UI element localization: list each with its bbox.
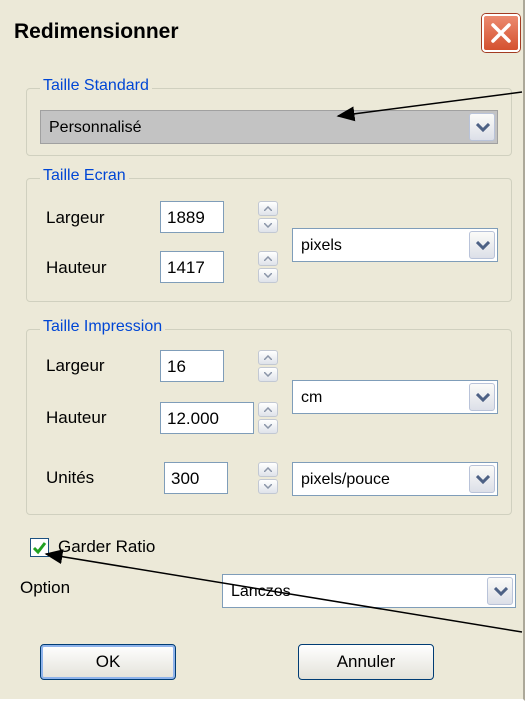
resolution-input[interactable]: 300	[164, 462, 228, 494]
spin-up-button[interactable]	[258, 350, 278, 365]
cancel-button[interactable]: Annuler	[298, 644, 434, 680]
option-select[interactable]: Lanczos	[222, 574, 516, 608]
screen-height-value: 1417	[167, 258, 205, 277]
resolution-value: 300	[171, 469, 200, 488]
chevron-down-icon	[476, 475, 490, 485]
print-height-label: Hauteur	[46, 408, 107, 427]
spin-down-button[interactable]	[258, 268, 278, 283]
spin-up-button[interactable]	[258, 462, 278, 477]
print-width-spinner[interactable]	[258, 350, 278, 382]
dropdown-button[interactable]	[469, 465, 495, 493]
print-height-spinner[interactable]	[258, 402, 278, 434]
dropdown-button[interactable]	[469, 231, 495, 259]
keep-ratio-label[interactable]: Garder Ratio	[58, 537, 155, 557]
dropdown-button[interactable]	[469, 113, 495, 141]
screen-unit-value: pixels	[301, 237, 342, 254]
screen-height-input[interactable]: 1417	[160, 251, 224, 283]
chevron-down-icon	[264, 372, 272, 377]
option-value: Lanczos	[231, 583, 291, 600]
standard-size-legend: Taille Standard	[40, 77, 152, 95]
resolution-spinner[interactable]	[258, 462, 278, 494]
standard-size-select[interactable]: Personnalisé	[40, 110, 498, 144]
screen-height-label: Hauteur	[46, 258, 107, 277]
chevron-down-icon	[476, 123, 490, 133]
option-label: Option	[20, 578, 71, 597]
spin-up-button[interactable]	[258, 402, 278, 417]
close-icon	[491, 23, 511, 43]
chevron-down-icon	[264, 273, 272, 278]
resolution-unit-value: pixels/pouce	[301, 471, 390, 488]
spin-up-button[interactable]	[258, 251, 278, 266]
chevron-up-icon	[264, 467, 272, 472]
dialog-title: Redimensionner	[14, 20, 179, 43]
print-width-value: 16	[167, 357, 186, 376]
print-width-label: Largeur	[46, 356, 105, 375]
chevron-down-icon	[476, 241, 490, 251]
chevron-down-icon	[264, 484, 272, 489]
screen-width-spinner[interactable]	[258, 201, 278, 233]
ok-button[interactable]: OK	[40, 644, 176, 680]
resolution-label: Unités	[46, 468, 95, 487]
dropdown-button[interactable]	[469, 383, 495, 411]
spin-up-button[interactable]	[258, 201, 278, 216]
chevron-up-icon	[264, 206, 272, 211]
print-unit-value: cm	[301, 389, 323, 406]
screen-size-legend: Taille Ecran	[40, 167, 129, 185]
keep-ratio-checkbox[interactable]	[30, 538, 49, 557]
print-width-input[interactable]: 16	[160, 350, 224, 382]
chevron-down-icon	[264, 424, 272, 429]
resize-dialog: Redimensionner Taille Standard Personnal…	[0, 0, 525, 701]
chevron-down-icon	[494, 587, 508, 597]
print-unit-select[interactable]: cm	[292, 380, 498, 414]
screen-width-input[interactable]: 1889	[160, 201, 224, 233]
chevron-down-icon	[476, 393, 490, 403]
chevron-up-icon	[264, 407, 272, 412]
close-button[interactable]	[482, 14, 520, 52]
title-bar: Redimensionner	[0, 0, 523, 62]
chevron-up-icon	[264, 256, 272, 261]
dropdown-button[interactable]	[487, 577, 513, 605]
spin-down-button[interactable]	[258, 419, 278, 434]
print-height-input[interactable]: 12.000	[160, 402, 254, 434]
screen-width-label: Largeur	[46, 208, 105, 227]
standard-size-value: Personnalisé	[49, 119, 142, 136]
spin-down-button[interactable]	[258, 479, 278, 494]
screen-height-spinner[interactable]	[258, 251, 278, 283]
spin-down-button[interactable]	[258, 367, 278, 382]
checkmark-icon	[32, 542, 47, 555]
print-height-value: 12.000	[167, 409, 219, 428]
spin-down-button[interactable]	[258, 218, 278, 233]
screen-unit-select[interactable]: pixels	[292, 228, 498, 262]
screen-width-value: 1889	[167, 208, 205, 227]
print-size-legend: Taille Impression	[40, 318, 166, 336]
chevron-down-icon	[264, 223, 272, 228]
chevron-up-icon	[264, 355, 272, 360]
resolution-unit-select[interactable]: pixels/pouce	[292, 462, 498, 496]
